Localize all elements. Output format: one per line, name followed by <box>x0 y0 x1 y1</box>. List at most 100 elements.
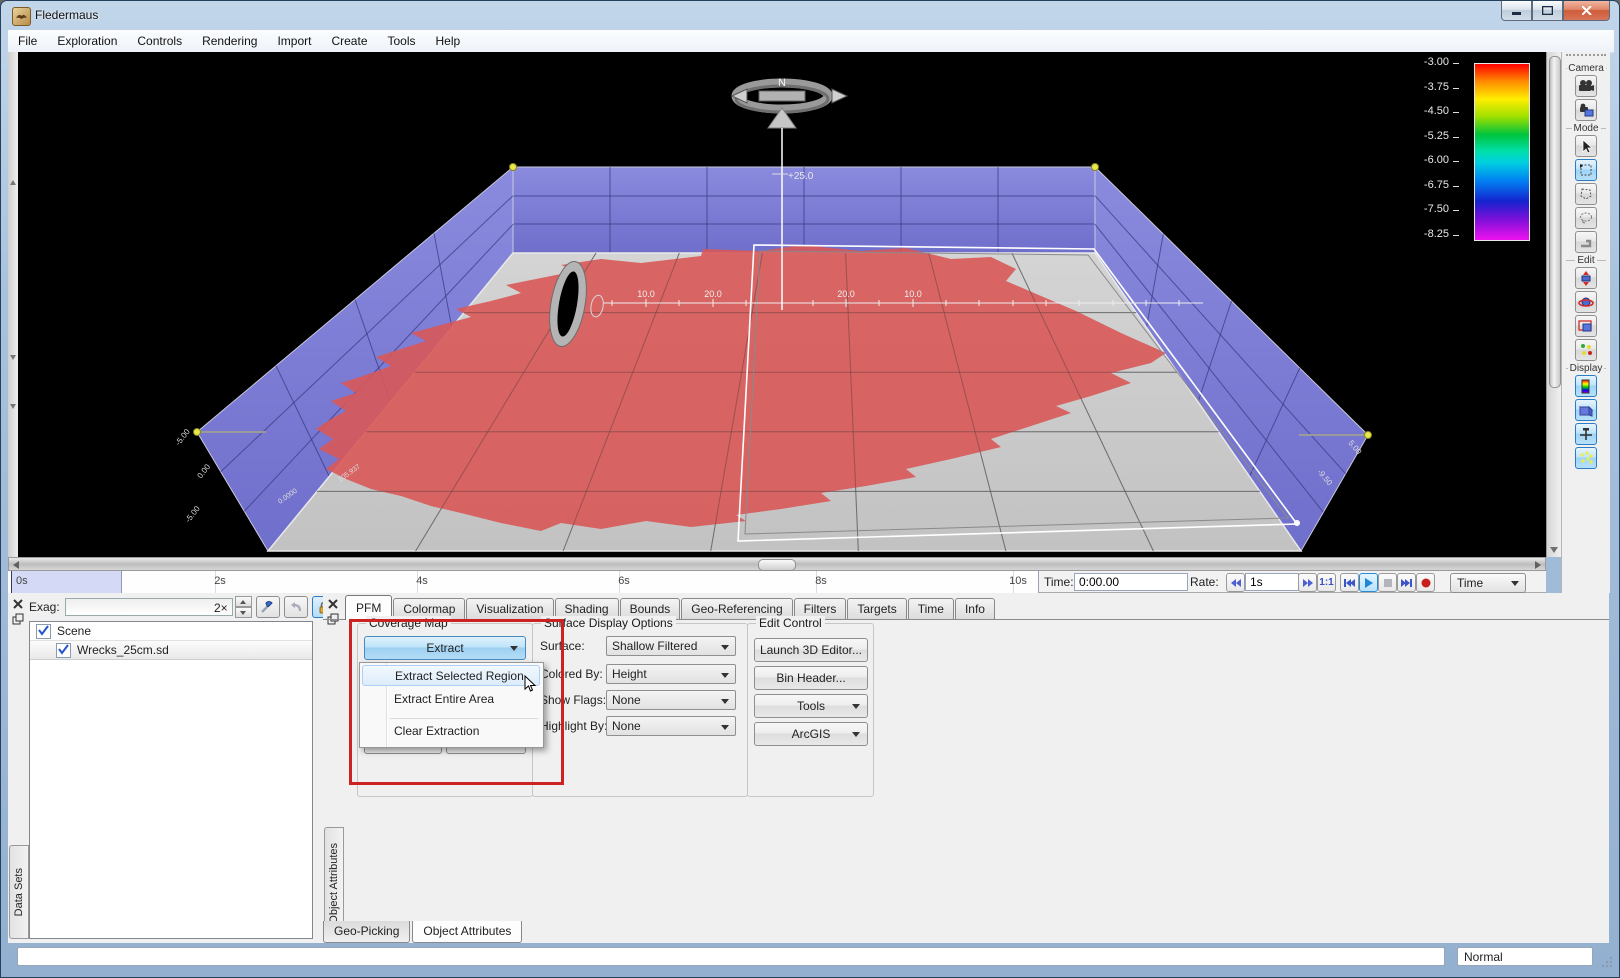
points-edit-icon[interactable] <box>1575 339 1597 361</box>
legend-tick: -6.00 <box>1399 154 1459 166</box>
undock-panel-icon[interactable] <box>12 613 24 625</box>
volume-display-icon[interactable] <box>1575 399 1597 421</box>
menu-tools[interactable]: Tools <box>378 31 426 51</box>
viewport-3d[interactable]: 10.0 20.0 20.0 10.0 N +25.0 <box>18 52 1546 557</box>
time-ruler[interactable]: 0s 2s 4s 6s 8s 10s <box>8 571 1039 593</box>
menu-file[interactable]: File <box>8 31 47 51</box>
ruler-tick-10s: 10s <box>1009 575 1027 587</box>
rate-ratio-button[interactable]: 1:1 <box>1317 573 1336 592</box>
dataset-checkbox[interactable] <box>56 643 71 658</box>
scroll-left-arrow-icon[interactable] <box>13 561 19 569</box>
extract-dropdown-button[interactable]: Extract <box>364 636 526 660</box>
maximize-button[interactable] <box>1532 1 1563 21</box>
go-to-start-button[interactable] <box>1340 573 1359 592</box>
bin-header-button[interactable]: Bin Header... <box>754 666 868 690</box>
exag-spinner[interactable] <box>235 596 252 618</box>
highlight-by-combo[interactable]: None <box>606 716 736 736</box>
tools-dropdown-button[interactable]: Tools <box>754 694 868 718</box>
viewport-vertical-scrollbar[interactable] <box>1546 52 1562 557</box>
tab-time[interactable]: Time <box>908 598 954 619</box>
status-mode-field: Normal <box>1457 947 1593 966</box>
surface-options-title: Surface Display Options <box>541 616 676 630</box>
record-button[interactable] <box>1416 573 1435 592</box>
rectangle-select-icon[interactable] <box>1575 159 1597 181</box>
viewport-horizontal-scrollbar[interactable] <box>8 557 1546 571</box>
colorbar-display-icon[interactable] <box>1575 375 1597 397</box>
elevation-label: +25.0 <box>788 171 814 182</box>
arcgis-dropdown-button[interactable]: ArcGIS <box>754 722 868 746</box>
points-display-icon[interactable] <box>1575 447 1597 469</box>
spin-down-icon[interactable] <box>235 607 252 618</box>
translate-edit-icon[interactable] <box>1575 267 1597 289</box>
menu-controls[interactable]: Controls <box>127 31 192 51</box>
scrollbar-thumb[interactable] <box>1549 56 1561 388</box>
go-to-end-button[interactable] <box>1397 573 1416 592</box>
survey-display-icon[interactable] <box>1575 423 1597 445</box>
spin-up-icon[interactable] <box>235 596 252 607</box>
scroll-right-arrow-icon[interactable] <box>1535 561 1541 569</box>
extract-popup-menu: Extract Selected Region Extract Entire A… <box>359 662 544 748</box>
camera-icon[interactable] <box>1575 75 1597 97</box>
menu-item-extract-entire-area[interactable]: Extract Entire Area <box>362 689 540 710</box>
corner-select-icon[interactable] <box>1575 231 1597 253</box>
close-panel-icon[interactable] <box>12 598 24 610</box>
exag-value: 2× <box>214 601 228 615</box>
menu-item-clear-extraction[interactable]: Clear Extraction <box>362 721 540 742</box>
compass-widget[interactable]: N <box>732 77 847 128</box>
tree-row-dataset[interactable]: Wrecks_25cm.sd <box>30 640 312 660</box>
scene-checkbox[interactable] <box>36 624 51 639</box>
scroll-down-arrow-icon[interactable] <box>1550 547 1558 553</box>
scene-tree[interactable]: Scene Wrecks_25cm.sd <box>29 621 313 939</box>
tab-object-attributes[interactable]: Object Attributes <box>412 921 522 943</box>
timeline-mode-dropdown[interactable]: Time <box>1450 573 1526 593</box>
rate-increase-button[interactable] <box>1298 573 1317 592</box>
menu-item-extract-selected-region[interactable]: Extract Selected Region <box>362 665 540 686</box>
window-title: Fledermaus <box>35 8 98 22</box>
colored-by-label: Colored By: <box>540 667 603 681</box>
rotate-edit-icon[interactable] <box>1575 291 1597 313</box>
scene-canvas[interactable]: 10.0 20.0 20.0 10.0 N +25.0 <box>18 52 1546 557</box>
polygon-select-icon[interactable] <box>1575 183 1597 205</box>
show-flags-combo[interactable]: None <box>606 690 736 710</box>
menu-exploration[interactable]: Exploration <box>47 31 127 51</box>
surface-combo[interactable]: Shallow Filtered <box>606 636 736 656</box>
edit-control-title: Edit Control <box>756 616 825 630</box>
stop-button[interactable] <box>1378 573 1397 592</box>
compass-north-label: N <box>778 77 786 89</box>
pointer-mode-icon[interactable] <box>1575 135 1597 157</box>
bounding-box-edit-icon[interactable] <box>1575 315 1597 337</box>
close-button[interactable] <box>1563 1 1610 21</box>
splitter-mark <box>10 355 16 360</box>
colored-by-combo[interactable]: Height <box>606 664 736 684</box>
tab-info[interactable]: Info <box>955 598 995 619</box>
rate-decrease-button[interactable] <box>1226 573 1245 592</box>
tree-row-scene[interactable]: Scene <box>30 622 312 640</box>
menu-import[interactable]: Import <box>267 31 321 51</box>
rate-input[interactable] <box>1245 573 1299 591</box>
legend-tick: -8.25 <box>1399 228 1459 240</box>
time-input[interactable] <box>1074 573 1188 591</box>
undo-button[interactable] <box>284 596 308 618</box>
menu-create[interactable]: Create <box>321 31 377 51</box>
hammer-tool-button[interactable] <box>256 596 280 618</box>
svg-text:-5.00: -5.00 <box>183 504 202 524</box>
exaggeration-slider[interactable]: 2× <box>65 598 233 616</box>
toolbar-grip[interactable] <box>1566 54 1606 61</box>
chevron-down-icon <box>721 673 729 678</box>
tab-targets[interactable]: Targets <box>847 598 906 619</box>
current-time-marker[interactable] <box>11 571 12 593</box>
minimize-button[interactable] <box>1501 1 1532 21</box>
menu-rendering[interactable]: Rendering <box>192 31 267 51</box>
resize-grip[interactable] <box>1600 957 1612 969</box>
lasso-select-icon[interactable] <box>1575 207 1597 229</box>
close-panel-icon[interactable] <box>327 598 339 610</box>
camera-object-icon[interactable] <box>1575 99 1597 121</box>
title-bar[interactable]: Fledermaus <box>1 1 1619 30</box>
launch-3d-editor-button[interactable]: Launch 3D Editor... <box>754 638 868 662</box>
menu-help[interactable]: Help <box>426 31 471 51</box>
chevron-down-icon <box>721 725 729 730</box>
play-button[interactable] <box>1359 573 1378 592</box>
tab-geo-picking[interactable]: Geo-Picking <box>323 921 410 943</box>
scrollbar-thumb[interactable] <box>758 559 796 571</box>
data-sets-tab[interactable]: Data Sets <box>9 845 29 939</box>
